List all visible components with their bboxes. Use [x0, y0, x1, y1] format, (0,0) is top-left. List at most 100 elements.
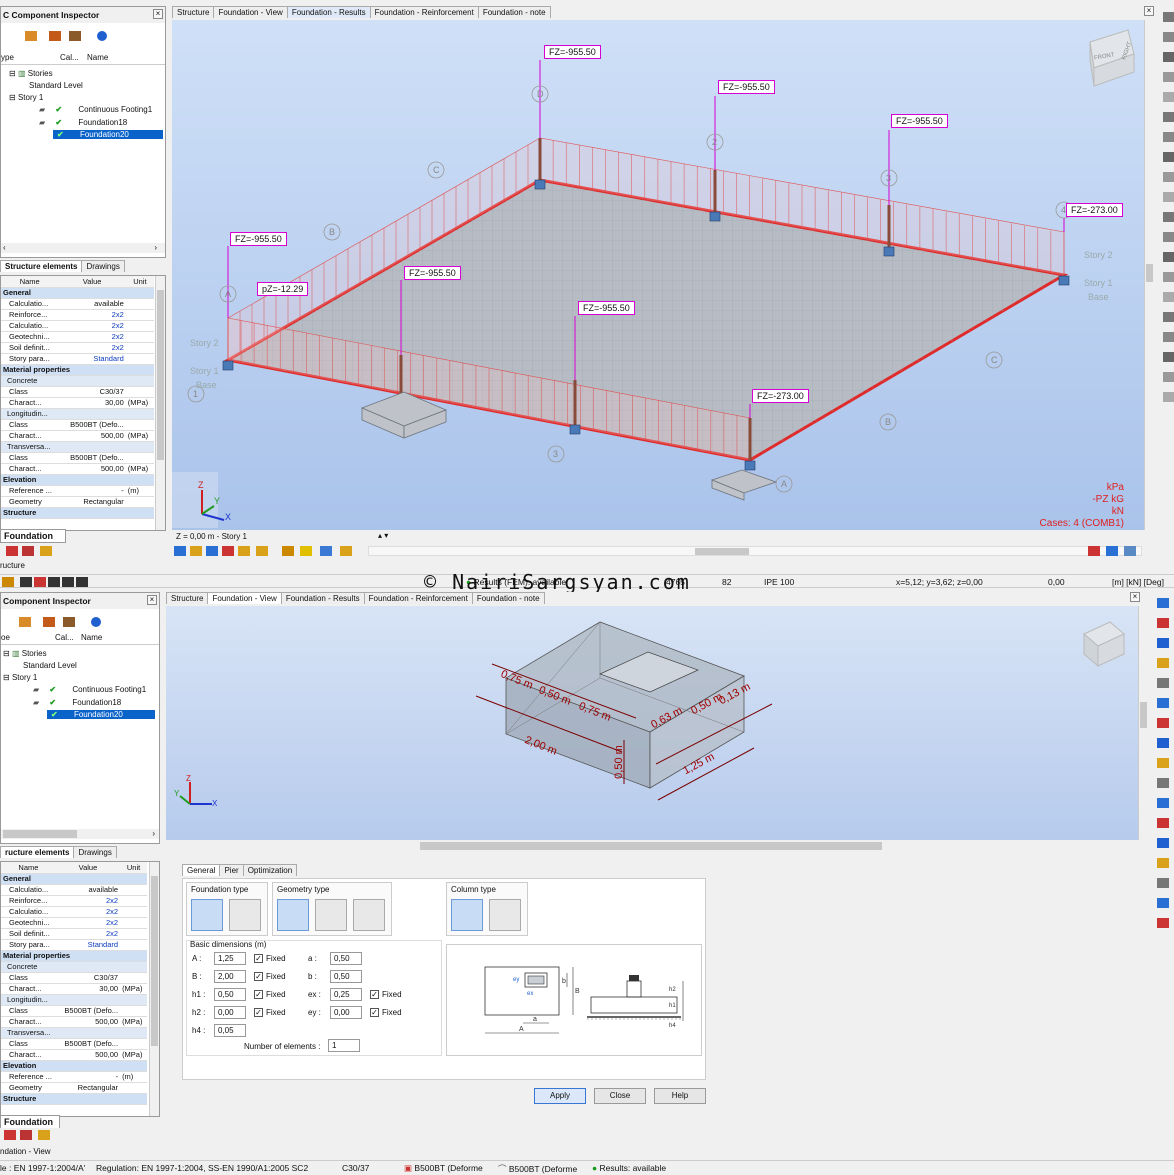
side-tool-icon[interactable] — [1157, 618, 1169, 628]
side-tool-icon[interactable] — [1157, 698, 1169, 708]
view-tool-1-icon[interactable] — [174, 546, 186, 556]
tab-structure-elements[interactable]: Structure elements — [0, 260, 83, 272]
help-icon[interactable] — [91, 617, 101, 627]
prop-row[interactable]: Charact... 500,00 (MPa) — [1, 463, 154, 475]
dimension-input[interactable]: 0,50 — [330, 952, 362, 965]
fixed-checkbox[interactable]: ✓ — [370, 1008, 379, 1017]
bottom-3d-viewport[interactable]: 0,75 m 0,50 m 0,75 m 2,00 m 0,63 m 0,50 … — [166, 606, 1138, 840]
prop-row[interactable]: Reinforce... 2x2 — [1, 309, 154, 321]
prop-row[interactable]: Charact... 500,00 (MPa) — [1, 1049, 147, 1061]
bottom-vscroll[interactable] — [1138, 606, 1148, 840]
prop-row[interactable]: Charact... 30,00 (MPa) — [1, 397, 154, 409]
fixed-checkbox[interactable]: ✓ — [370, 990, 379, 999]
prop-row[interactable]: Geometry Rectangular — [1, 1082, 147, 1094]
side-tool-icon[interactable] — [1163, 212, 1174, 222]
prop-header[interactable]: Unit — [120, 862, 147, 874]
continuous-footing-icon[interactable] — [229, 899, 261, 931]
prop-row[interactable]: Class B500BT (Defo... — [1, 1005, 147, 1017]
tree-story1[interactable]: ⊟ Story 1 — [3, 673, 37, 682]
prop-row[interactable]: Geometry Rectangular — [1, 496, 154, 508]
close-button[interactable]: Close — [594, 1088, 646, 1104]
prop-row[interactable]: Calculatio... available — [1, 298, 154, 310]
tool1-icon[interactable] — [4, 1130, 16, 1140]
bottom-hscroll[interactable] — [166, 840, 1146, 852]
tree-item-foundation18[interactable]: ▰ ✔ Foundation18 — [33, 698, 121, 707]
tree-standard-level[interactable]: Standard Level — [23, 661, 77, 670]
mid-tool-3-icon[interactable] — [34, 577, 46, 587]
prop-row[interactable]: Transversa... — [1, 1027, 147, 1039]
close-icon[interactable]: × — [153, 9, 163, 19]
bottom-right-tool-2-icon[interactable] — [1106, 546, 1118, 556]
col-type[interactable]: oe — [1, 633, 10, 642]
tab-foundation-view[interactable]: Foundation - View — [207, 592, 282, 604]
view-tool-7-icon[interactable] — [282, 546, 294, 556]
side-tool-icon[interactable] — [1157, 718, 1169, 728]
tab-foundation-results[interactable]: Foundation - Results — [286, 6, 371, 18]
help-button[interactable]: Help — [654, 1088, 706, 1104]
prop-header[interactable]: Value — [55, 862, 121, 874]
num-elements-input[interactable]: 1 — [328, 1039, 360, 1052]
apply-button[interactable]: Apply — [534, 1088, 586, 1104]
tab-structure-elements[interactable]: ructure elements — [0, 846, 75, 858]
prop-row[interactable]: General — [1, 287, 154, 299]
prop-row[interactable]: Reinforce... 2x2 — [1, 895, 147, 907]
prop-row[interactable]: General — [1, 873, 147, 885]
isolated-footing-icon[interactable] — [191, 899, 223, 931]
tree-item-foundation18[interactable]: ▰ ✔ Foundation18 — [39, 118, 127, 127]
prop-row[interactable]: Elevation — [1, 1060, 147, 1072]
view-tool-9-icon[interactable] — [320, 546, 332, 556]
dimension-input[interactable]: 0,50 — [214, 988, 246, 1001]
tab-foundation-note[interactable]: Foundation - note — [477, 6, 551, 18]
prop-row[interactable]: Structure — [1, 1093, 147, 1105]
prop-row[interactable]: Soil definit... 2x2 — [1, 342, 154, 354]
mid-tool-2-icon[interactable] — [20, 577, 32, 587]
side-tool-icon[interactable] — [1163, 372, 1174, 382]
prop-row[interactable]: Reference ... - (m) — [1, 485, 154, 497]
tab-optimization[interactable]: Optimization — [242, 864, 298, 876]
mid-tool-4-icon[interactable] — [48, 577, 60, 587]
side-tool-icon[interactable] — [1157, 918, 1169, 928]
filter-icon[interactable] — [25, 31, 37, 41]
funnel-icon[interactable] — [43, 617, 55, 627]
side-tool-icon[interactable] — [1163, 112, 1174, 122]
prop-row[interactable]: Elevation — [1, 474, 154, 486]
prop-row[interactable]: Geotechni... 2x2 — [1, 917, 147, 929]
side-tool-icon[interactable] — [1157, 678, 1169, 688]
tab-pier[interactable]: Pier — [219, 864, 244, 876]
tool3-icon[interactable] — [40, 546, 52, 556]
rect-footing-icon[interactable] — [277, 899, 309, 931]
tool1-icon[interactable] — [6, 546, 18, 556]
dimension-input[interactable]: 2,00 — [214, 970, 246, 983]
top-hscroll[interactable] — [368, 546, 1142, 556]
socket-footing-icon[interactable] — [353, 899, 385, 931]
tree-hscroll-2[interactable]: › — [1, 829, 159, 839]
fixed-checkbox[interactable]: ✓ — [254, 972, 263, 981]
col-calc[interactable]: Cal... — [55, 633, 74, 642]
view-cube-2[interactable] — [1080, 618, 1130, 674]
round-column-icon[interactable] — [489, 899, 521, 931]
prop-row[interactable]: Structure — [1, 507, 154, 519]
side-tool-icon[interactable] — [1157, 738, 1169, 748]
view-tool-3-icon[interactable] — [206, 546, 218, 556]
dimension-input[interactable]: 0,00 — [330, 1006, 362, 1019]
prop-row[interactable]: Calculatio... 2x2 — [1, 320, 154, 332]
side-tool-icon[interactable] — [1157, 798, 1169, 808]
view-tool-4-icon[interactable] — [222, 546, 234, 556]
props-scrollbar[interactable] — [149, 862, 159, 1116]
fixed-checkbox[interactable]: ✓ — [254, 954, 263, 963]
col-name[interactable]: Name — [87, 53, 108, 62]
help-icon[interactable] — [97, 31, 107, 41]
view-tool-5-icon[interactable] — [238, 546, 250, 556]
prop-row[interactable]: Soil definit... 2x2 — [1, 928, 147, 940]
side-tool-icon[interactable] — [1163, 252, 1174, 262]
side-tool-icon[interactable] — [1163, 272, 1174, 282]
tab-general[interactable]: General — [182, 864, 221, 876]
scroll-right-icon[interactable]: › — [152, 829, 155, 838]
funnel-icon[interactable] — [49, 31, 61, 41]
bottom-foundation-tab[interactable]: Foundation — [0, 1115, 60, 1129]
side-tool-icon[interactable] — [1157, 898, 1169, 908]
prop-row[interactable]: Transversa... — [1, 441, 154, 453]
prop-row[interactable]: Story para... Standard — [1, 353, 154, 365]
side-tool-icon[interactable] — [1157, 858, 1169, 868]
fixed-checkbox[interactable]: ✓ — [254, 1008, 263, 1017]
